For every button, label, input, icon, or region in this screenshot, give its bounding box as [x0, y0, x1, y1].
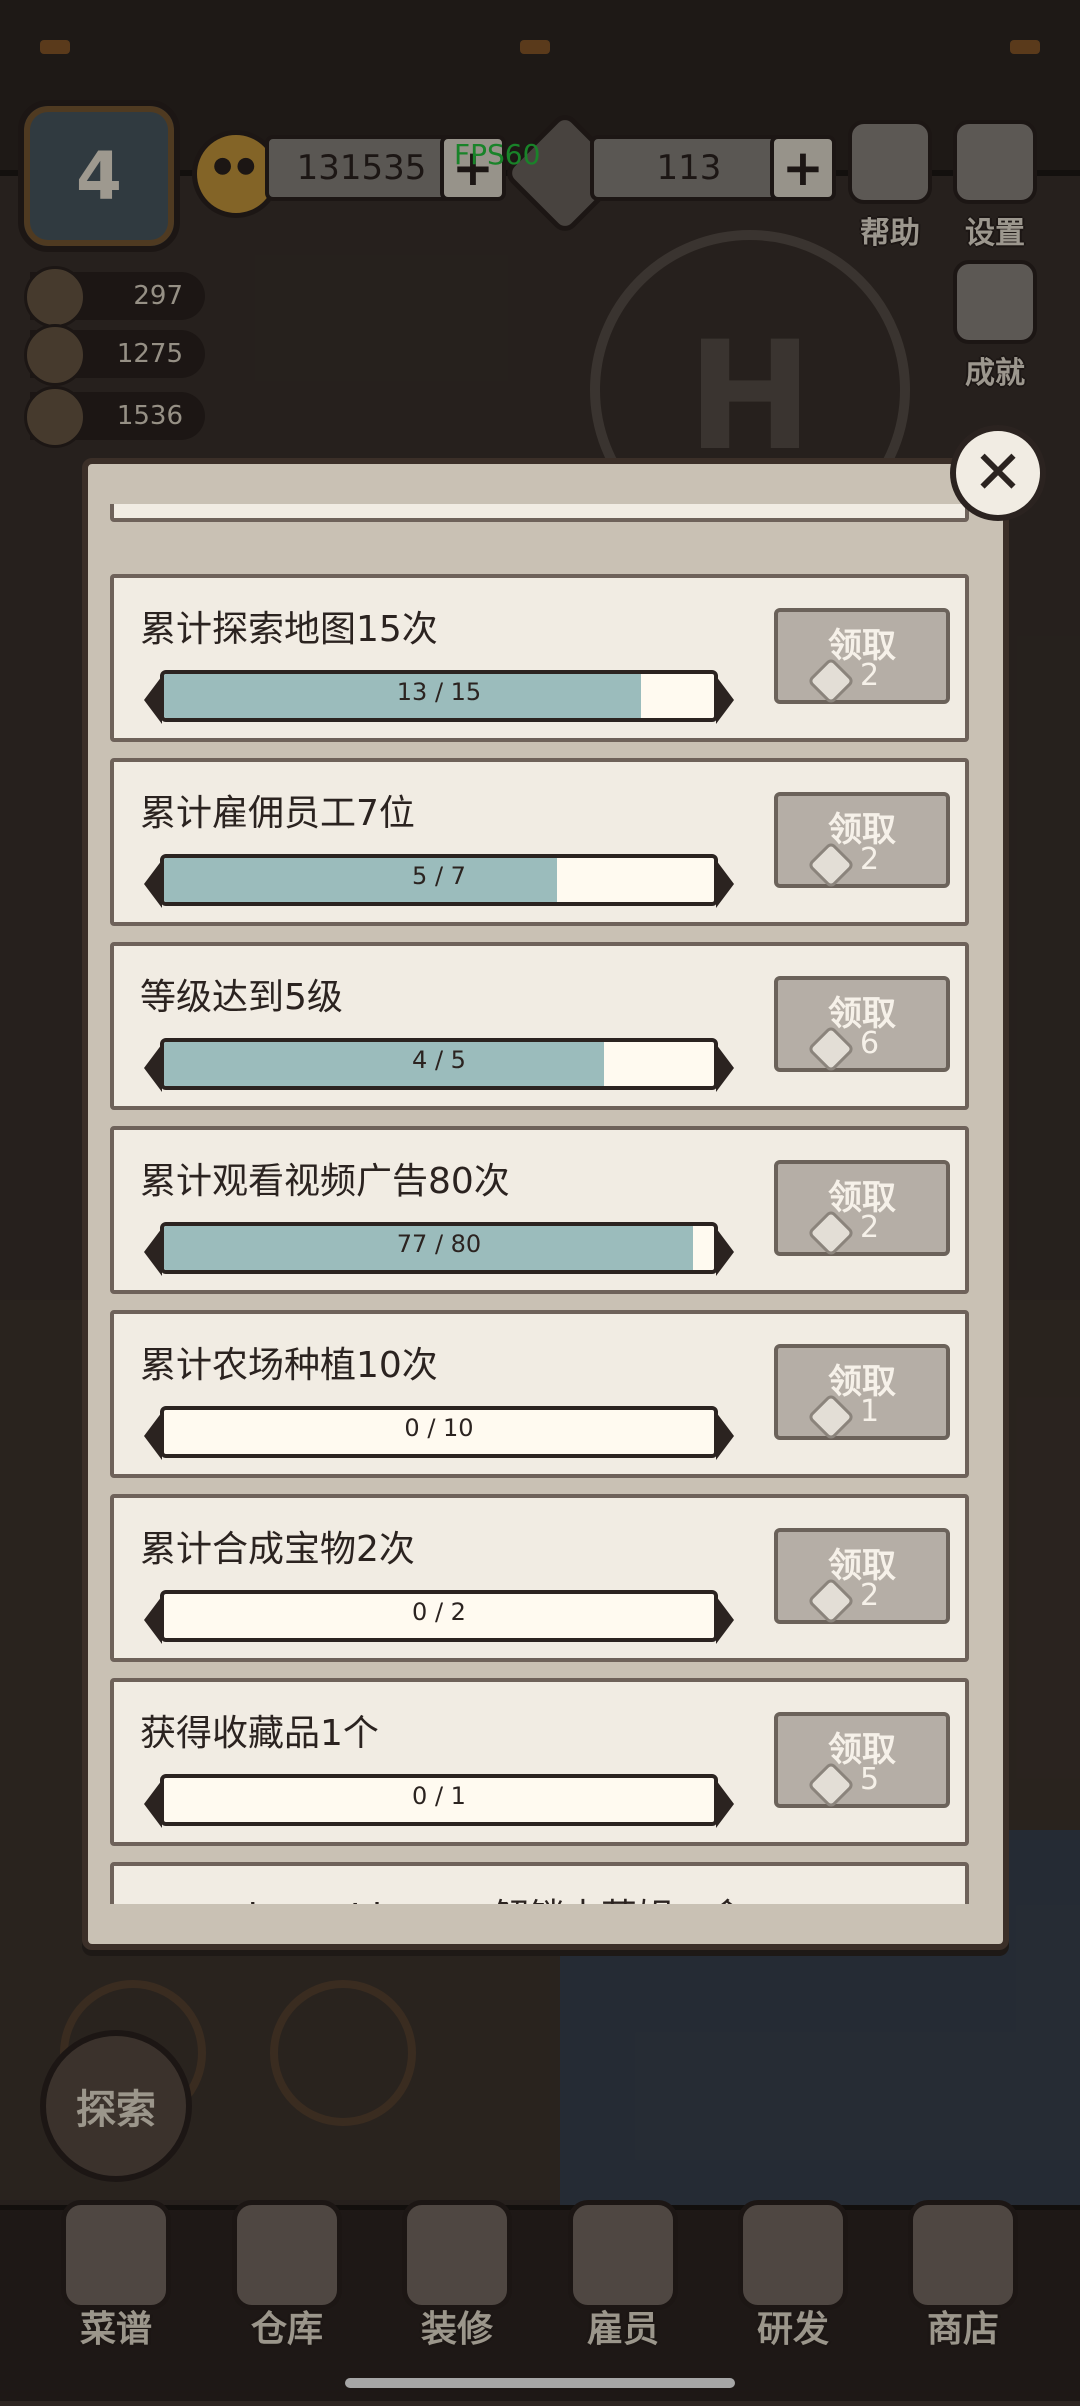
reward-amount: 6 — [860, 1026, 880, 1061]
achievement-card: 等级达到5级 4 / 5 领取 6 — [110, 942, 969, 1110]
progress-text: 13 / 15 — [396, 678, 482, 706]
achievement-panel: 44 / 50 累计探索地图15次 13 / 15 领取2 累计雇佣员工7位 5 / 7 领… — [82, 458, 1009, 1950]
close-icon: ✕ — [972, 438, 1024, 508]
reward-amount: 2 — [860, 1578, 880, 1613]
achievement-title: 累计雇佣员工7位 — [140, 793, 415, 834]
achievement-card: 累计雇佣员工7位 5 / 7 领取 2 — [110, 758, 969, 926]
claim-button[interactable]: 领取 2 — [774, 792, 950, 890]
achievement-title: 累计观看视频广告80次 — [140, 1161, 510, 1202]
achievement-card: 累计合成宝物2次 0 / 2 领取 2 — [110, 1494, 969, 1662]
achievement-card: 获得收藏品1个 0 / 1 领取 5 — [110, 1678, 969, 1846]
achievement-card: <you jump,I jump>解锁史莱姆、伞 — [110, 1862, 969, 1904]
progress-bar: 0 / 2 — [144, 1590, 734, 1644]
progress-bar: 77 / 80 — [144, 1222, 734, 1276]
progress-bar: 0 / 10 — [144, 1406, 734, 1460]
achievement-title: 等级达到5级 — [140, 977, 343, 1018]
reward-amount: 5 — [860, 1762, 880, 1797]
achievement-card: 累计观看视频广告80次 77 / 80 领取 2 — [110, 1126, 969, 1294]
achievement-title: 获得收藏品1个 — [140, 1713, 379, 1754]
claim-button[interactable]: 领取 2 — [774, 1160, 950, 1258]
close-button[interactable]: ✕ — [950, 425, 1046, 521]
reward-amount: 2 — [860, 658, 880, 693]
progress-text: 5 / 7 — [412, 862, 466, 890]
achievement-title: <you jump,I jump>解锁史莱姆、伞 — [140, 1888, 745, 1904]
claim-button[interactable]: 领取 2 — [774, 608, 950, 706]
achievement-list[interactable]: 44 / 50 累计探索地图15次 13 / 15 领取2 累计雇佣员工7位 5 / 7 领… — [110, 504, 969, 1904]
claim-button[interactable]: 领取 6 — [774, 976, 950, 1074]
progress-text: 77 / 80 — [396, 1230, 482, 1258]
progress-bar: 4 / 5 — [144, 1038, 734, 1092]
achievement-card: 累计农场种植10次 0 / 10 领取 1 — [110, 1310, 969, 1478]
progress-bar: 5 / 7 — [144, 854, 734, 908]
achievement-title: 累计合成宝物2次 — [140, 1529, 415, 1570]
achievement-card: 44 / 50 — [110, 504, 969, 522]
achievement-title: 累计探索地图15次 — [140, 609, 438, 650]
claim-button[interactable]: 领取 1 — [774, 1344, 950, 1442]
claim-button[interactable]: 领取 5 — [774, 1712, 950, 1810]
progress-text: 0 / 1 — [412, 1782, 466, 1810]
progress-text: 4 / 5 — [412, 1046, 466, 1074]
reward-amount: 2 — [860, 842, 880, 877]
progress-text: 0 / 10 — [404, 1414, 474, 1442]
progress-bar: 13 / 15 — [144, 670, 734, 724]
reward-amount: 2 — [860, 1210, 880, 1245]
progress-bar: 0 / 1 — [144, 1774, 734, 1828]
progress-text: 0 / 2 — [412, 1598, 466, 1626]
claim-button[interactable]: 领取 2 — [774, 1528, 950, 1626]
reward-amount: 1 — [860, 1394, 880, 1429]
achievement-card: 累计探索地图15次 13 / 15 领取 2 — [110, 574, 969, 742]
achievement-title: 累计农场种植10次 — [140, 1345, 438, 1386]
